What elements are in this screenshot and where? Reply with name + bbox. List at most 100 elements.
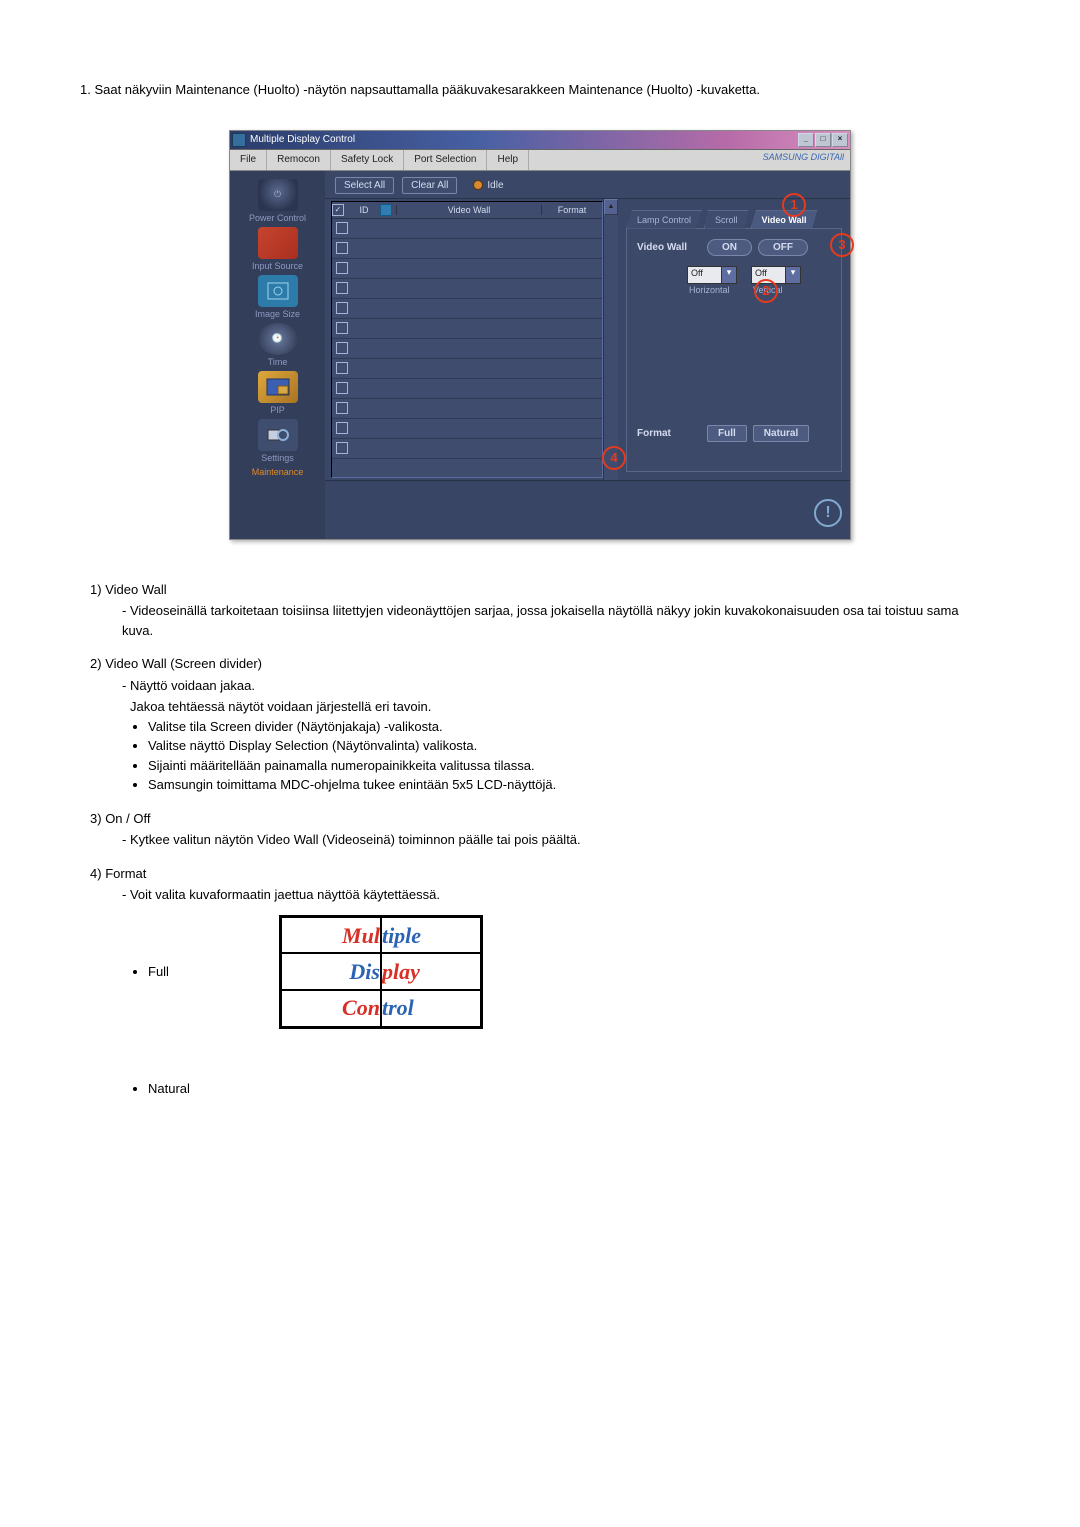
row-checkbox[interactable] [336, 222, 348, 234]
display-table: ✓ ID Video Wall Format [331, 201, 603, 478]
table-row[interactable] [332, 419, 602, 439]
clock-icon: 🕑 [258, 323, 298, 355]
window-title: Multiple Display Control [250, 134, 355, 145]
row-checkbox[interactable] [336, 322, 348, 334]
table-row[interactable] [332, 299, 602, 319]
checkbox-header[interactable]: ✓ [332, 204, 344, 216]
callout-4: 4 [602, 446, 626, 470]
sidebar-item-image-size[interactable]: Image Size [230, 275, 325, 319]
on-button[interactable]: ON [707, 239, 752, 256]
table-row[interactable] [332, 219, 602, 239]
callout-2: 2 [754, 279, 778, 303]
maximize-button[interactable]: □ [815, 133, 831, 147]
menu-port-selection[interactable]: Port Selection [404, 150, 487, 170]
table-body [332, 219, 602, 477]
desc-2-num: 2) [90, 656, 102, 671]
full-label: Full [148, 962, 169, 982]
app-icon [232, 133, 246, 147]
status-bar: ! [325, 480, 850, 539]
desc-2-bullet: Valitse tila Screen divider (Näytönjakaj… [148, 717, 990, 737]
pip-icon [258, 371, 298, 403]
callout-1: 1 [782, 193, 806, 217]
col-format: Format [542, 205, 602, 215]
scroll-up-icon[interactable]: ▲ [604, 199, 618, 215]
select-all-button[interactable]: Select All [335, 177, 394, 194]
row-checkbox[interactable] [336, 302, 348, 314]
desc-4-text: - Voit valita kuvaformaatin jaettua näyt… [122, 885, 990, 905]
desc-2-bullet: Valitse näyttö Display Selection (Näytön… [148, 736, 990, 756]
natural-button[interactable]: Natural [753, 425, 809, 442]
table-row[interactable] [332, 339, 602, 359]
row-checkbox[interactable] [336, 362, 348, 374]
idle-dot-icon [473, 180, 483, 190]
sidebar-item-maintenance[interactable]: Maintenance [230, 467, 325, 477]
desc-2-bullet: Sijainti määritellään painamalla numerop… [148, 756, 990, 776]
desc-1-title: Video Wall [105, 582, 166, 597]
chevron-down-icon: ▾ [721, 267, 736, 283]
sidebar-item-settings[interactable]: Settings [230, 419, 325, 463]
desc-1-text: - Videoseinällä tarkoitetaan toisiinsa l… [122, 601, 990, 640]
table-row[interactable] [332, 359, 602, 379]
table-row[interactable] [332, 279, 602, 299]
row-checkbox[interactable] [336, 422, 348, 434]
idle-status: Idle [473, 180, 503, 191]
tab-scroll[interactable]: Scroll [704, 210, 749, 229]
row-checkbox[interactable] [336, 442, 348, 454]
horizontal-select[interactable]: Off ▾ [687, 266, 737, 284]
clear-all-button[interactable]: Clear All [402, 177, 457, 194]
off-button[interactable]: OFF [758, 239, 808, 256]
toolbar: Select All Clear All Idle [325, 171, 850, 199]
table-row[interactable] [332, 379, 602, 399]
row-checkbox[interactable] [336, 242, 348, 254]
intro-text: 1. Saat näkyviin Maintenance (Huolto) -n… [80, 80, 1000, 100]
sidebar-item-time[interactable]: 🕑 Time [230, 323, 325, 367]
desc-2-text1: - Näyttö voidaan jakaa. [122, 676, 990, 696]
table-row[interactable] [332, 319, 602, 339]
sidebar-item-power[interactable]: ⏻ Power Control [230, 179, 325, 223]
full-button[interactable]: Full [707, 425, 747, 442]
table-row[interactable] [332, 239, 602, 259]
table-row[interactable] [332, 259, 602, 279]
desc-4-num: 4) [90, 866, 102, 881]
power-icon: ⏻ [258, 179, 298, 211]
desc-2-bullet: Samsungin toimittama MDC-ohjelma tukee e… [148, 775, 990, 795]
desc-4-title: Format [105, 866, 146, 881]
desc-3-title: On / Off [105, 811, 150, 826]
row-checkbox[interactable] [336, 342, 348, 354]
chevron-down-icon: ▾ [785, 267, 800, 283]
table-scrollbar[interactable]: ▲ [603, 199, 618, 480]
settings-panel: Lamp Control Scroll Video Wall Video Wal… [618, 199, 850, 480]
close-button[interactable]: × [832, 133, 848, 147]
desc-2-title: Video Wall (Screen divider) [105, 656, 262, 671]
desc-2-text2: Jakoa tehtäessä näytöt voidaan järjestel… [130, 697, 990, 717]
row-checkbox[interactable] [336, 382, 348, 394]
menu-safety-lock[interactable]: Safety Lock [331, 150, 404, 170]
table-row[interactable] [332, 439, 602, 459]
natural-label: Natural [148, 1079, 990, 1099]
menu-remocon[interactable]: Remocon [267, 150, 331, 170]
desc-3-num: 3) [90, 811, 102, 826]
sidebar: ⏻ Power Control Input Source Image Size … [230, 171, 325, 539]
tab-lamp-control[interactable]: Lamp Control [626, 210, 702, 229]
row-checkbox[interactable] [336, 402, 348, 414]
table-row[interactable] [332, 399, 602, 419]
brand-label: SAMSUNG DIGITAll [757, 150, 850, 170]
menu-file[interactable]: File [230, 150, 267, 170]
input-icon [258, 227, 298, 259]
minimize-button[interactable]: _ [798, 133, 814, 147]
app-screenshot: Multiple Display Control _ □ × File Remo… [229, 130, 851, 540]
row-checkbox[interactable] [336, 282, 348, 294]
row-checkbox[interactable] [336, 262, 348, 274]
col-video-wall: Video Wall [396, 205, 542, 215]
format-label: Format [637, 428, 701, 439]
gear-icon [258, 419, 298, 451]
sidebar-item-pip[interactable]: PIP [230, 371, 325, 415]
image-size-icon [258, 275, 298, 307]
desc-1-num: 1) [90, 582, 102, 597]
video-wall-label: Video Wall [637, 242, 701, 253]
sidebar-item-input[interactable]: Input Source [230, 227, 325, 271]
horizontal-label: Horizontal [687, 284, 737, 295]
menubar: File Remocon Safety Lock Port Selection … [230, 150, 850, 171]
callout-3: 3 [830, 233, 854, 257]
menu-help[interactable]: Help [487, 150, 529, 170]
